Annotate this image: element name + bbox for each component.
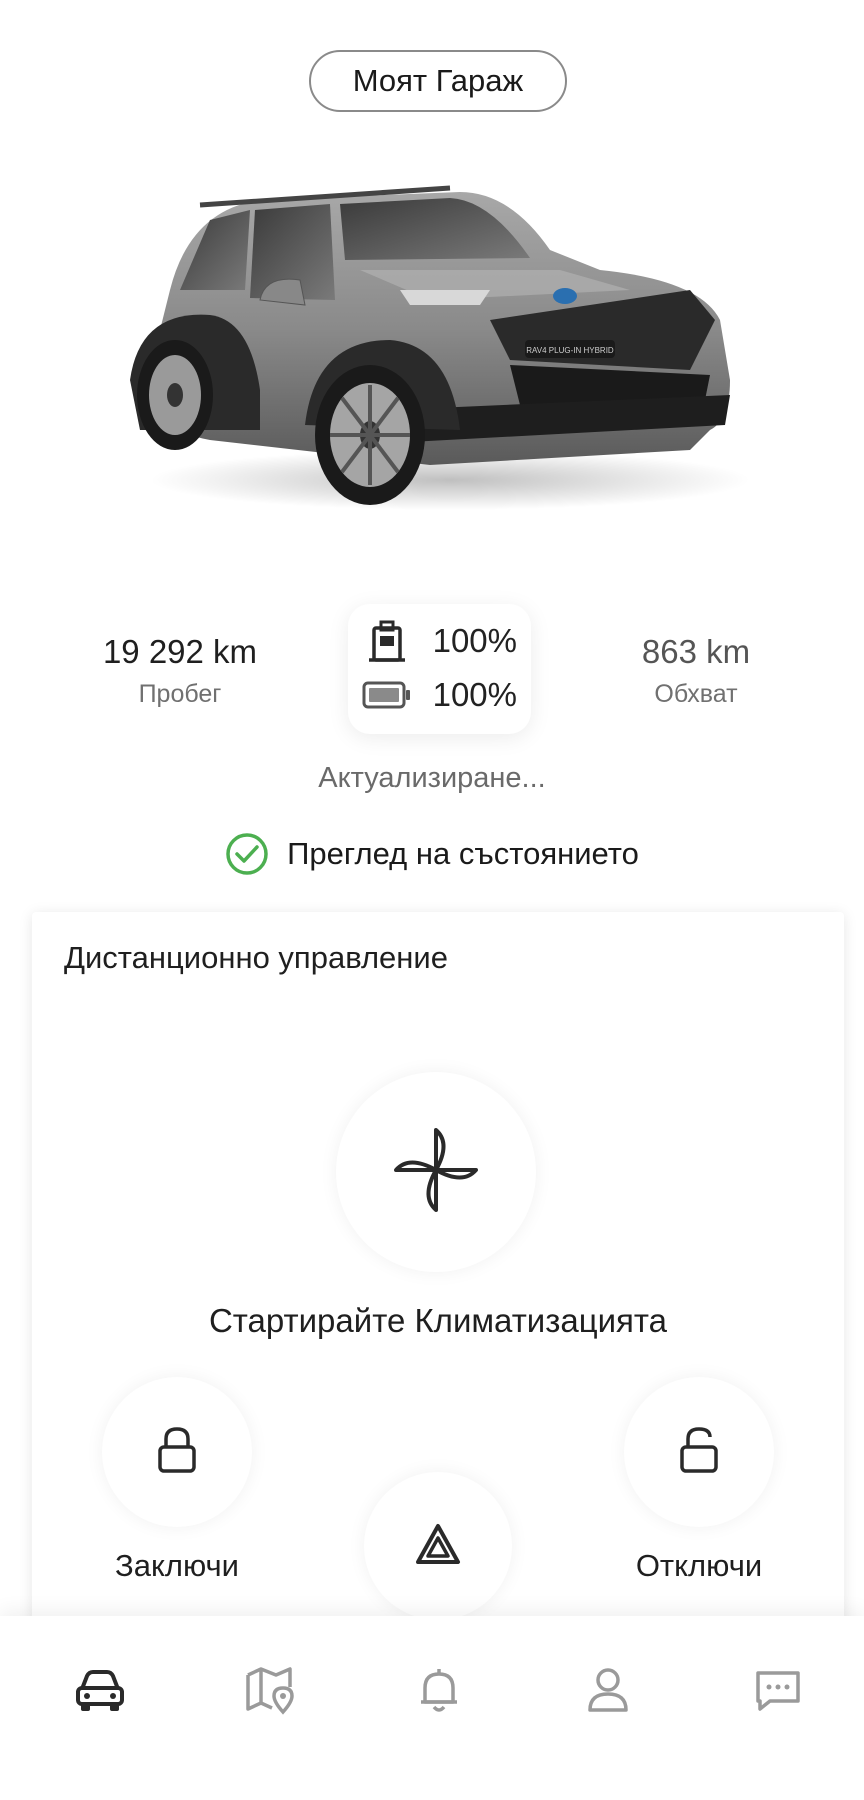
car-illustration: RAV4 PLUG-IN HYBRID [130, 185, 750, 510]
mileage-value: 19 292 km [102, 633, 258, 670]
lock-icon [155, 1425, 199, 1480]
climate-label: Стартирайте Климатизацията [208, 1302, 668, 1339]
page: Моят Гараж RAV4 PLUG-IN HYBRID 19 292 km… [0, 0, 864, 1800]
mileage-stat: 19 292 km Пробег [80, 635, 280, 709]
hazard-lights-button[interactable] [364, 1472, 512, 1620]
nav-tab-notifications[interactable] [403, 1656, 475, 1728]
bottom-navigation [0, 1616, 864, 1800]
fuel-pump-icon [362, 618, 413, 664]
map-pin-icon [244, 1665, 296, 1720]
car-image: RAV4 PLUG-IN HYBRID [130, 180, 750, 540]
battery-percent: 100% [432, 676, 517, 713]
charge-level-card: 100% 100% [348, 604, 531, 734]
remote-control-title: Дистанционно управление [64, 940, 448, 975]
battery-icon [362, 679, 413, 711]
range-label: Обхват [654, 680, 738, 708]
climate-button[interactable] [336, 1072, 536, 1272]
model-badge: RAV4 PLUG-IN HYBRID [526, 346, 614, 355]
my-garage-button[interactable]: Моят Гараж [309, 50, 567, 112]
nav-tab-garage[interactable] [64, 1656, 136, 1728]
unlock-icon [677, 1425, 721, 1480]
hazard-icon [414, 1522, 462, 1571]
fuel-percent: 100% [432, 622, 517, 659]
my-garage-label: Моят Гараж [352, 63, 524, 98]
lock-label: Заключи [115, 1548, 239, 1583]
fan-icon [391, 1125, 481, 1220]
remote-control-card: Дистанционно управление Стартирайте Клим… [32, 912, 844, 1632]
nav-tab-map[interactable] [234, 1656, 306, 1728]
range-value: 863 km [641, 633, 751, 670]
mileage-label: Пробег [138, 680, 222, 708]
rear-wheel [137, 340, 213, 450]
chat-icon [754, 1667, 802, 1718]
user-icon [586, 1666, 630, 1719]
battery-row: 100% [362, 676, 517, 714]
front-wheel [315, 365, 425, 505]
range-stat: 863 km Обхват [596, 635, 796, 709]
check-circle-icon [225, 832, 269, 876]
car-icon [74, 1667, 126, 1718]
nav-tab-messages[interactable] [742, 1656, 814, 1728]
bell-icon [417, 1666, 461, 1719]
health-check-label: Преглед на състоянието [287, 836, 639, 871]
fuel-row: 100% [362, 618, 517, 664]
lock-button[interactable] [102, 1377, 252, 1527]
unlock-label: Отключи [635, 1548, 763, 1583]
health-check-link[interactable]: Преглед на състоянието [0, 832, 864, 876]
nav-tab-profile[interactable] [572, 1656, 644, 1728]
unlock-button[interactable] [624, 1377, 774, 1527]
updating-status: Актуализиране... [318, 762, 546, 794]
